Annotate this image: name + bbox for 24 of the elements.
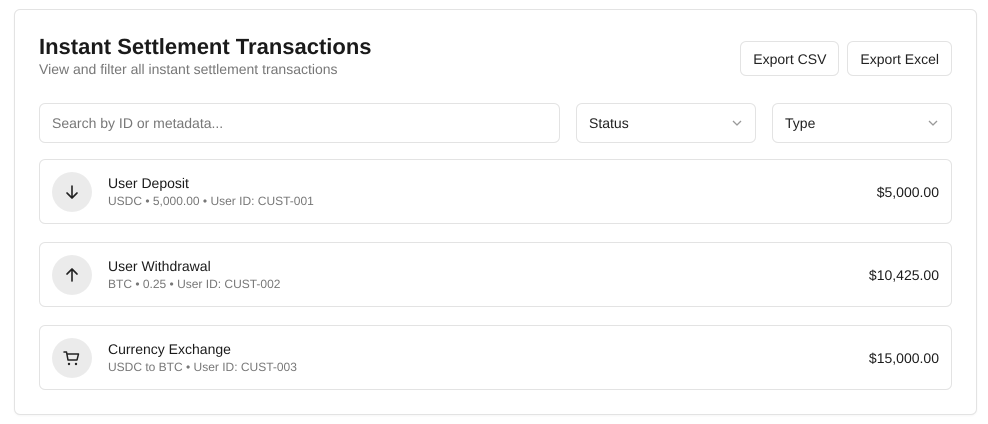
filter-dropdown[interactable]: Status bbox=[576, 103, 756, 143]
transaction-row[interactable]: Currency Exchange USDC to BTC • User ID: CUST-003 $15,000.00 bbox=[39, 325, 952, 390]
transaction-title: User Deposit bbox=[108, 174, 190, 192]
chevron-down-icon bbox=[731, 119, 743, 127]
cart-icon bbox=[63, 348, 81, 366]
chevron-down-icon bbox=[927, 119, 939, 127]
up-arrow-icon bbox=[64, 266, 80, 282]
transaction-details: USDC • 5,000.00 • User ID: CUST-001 bbox=[108, 194, 315, 208]
export-button[interactable]: Export CSV bbox=[740, 41, 840, 76]
export-button[interactable]: Export Excel bbox=[847, 41, 952, 76]
page-subtitle: View and filter all instant settlement transactions bbox=[39, 60, 339, 78]
transaction-amount: $15,000.00 bbox=[868, 350, 939, 366]
transaction-title: Currency Exchange bbox=[108, 340, 232, 358]
filter-dropdown[interactable]: Type bbox=[772, 103, 952, 143]
transaction-title: User Withdrawal bbox=[108, 258, 212, 274]
transaction-row[interactable]: User Deposit USDC • 5,000.00 • User ID: CUST-001 $5,000.00 bbox=[39, 159, 952, 224]
transaction-amount: $10,425.00 bbox=[868, 266, 939, 282]
transaction-row[interactable]: User Withdrawal BTC • 0.25 • User ID: CUST-002 $10,425.00 bbox=[39, 242, 952, 307]
transaction-details: BTC • 0.25 • User ID: CUST-002 bbox=[108, 276, 282, 292]
down-arrow-icon bbox=[64, 184, 80, 200]
search-field[interactable]: Search by ID or metadata... bbox=[39, 103, 560, 143]
page-title: Instant Settlement Transactions bbox=[39, 34, 372, 60]
transaction-details: USDC to BTC • User ID: CUST-003 bbox=[108, 360, 298, 374]
transaction-amount: $5,000.00 bbox=[876, 184, 939, 200]
